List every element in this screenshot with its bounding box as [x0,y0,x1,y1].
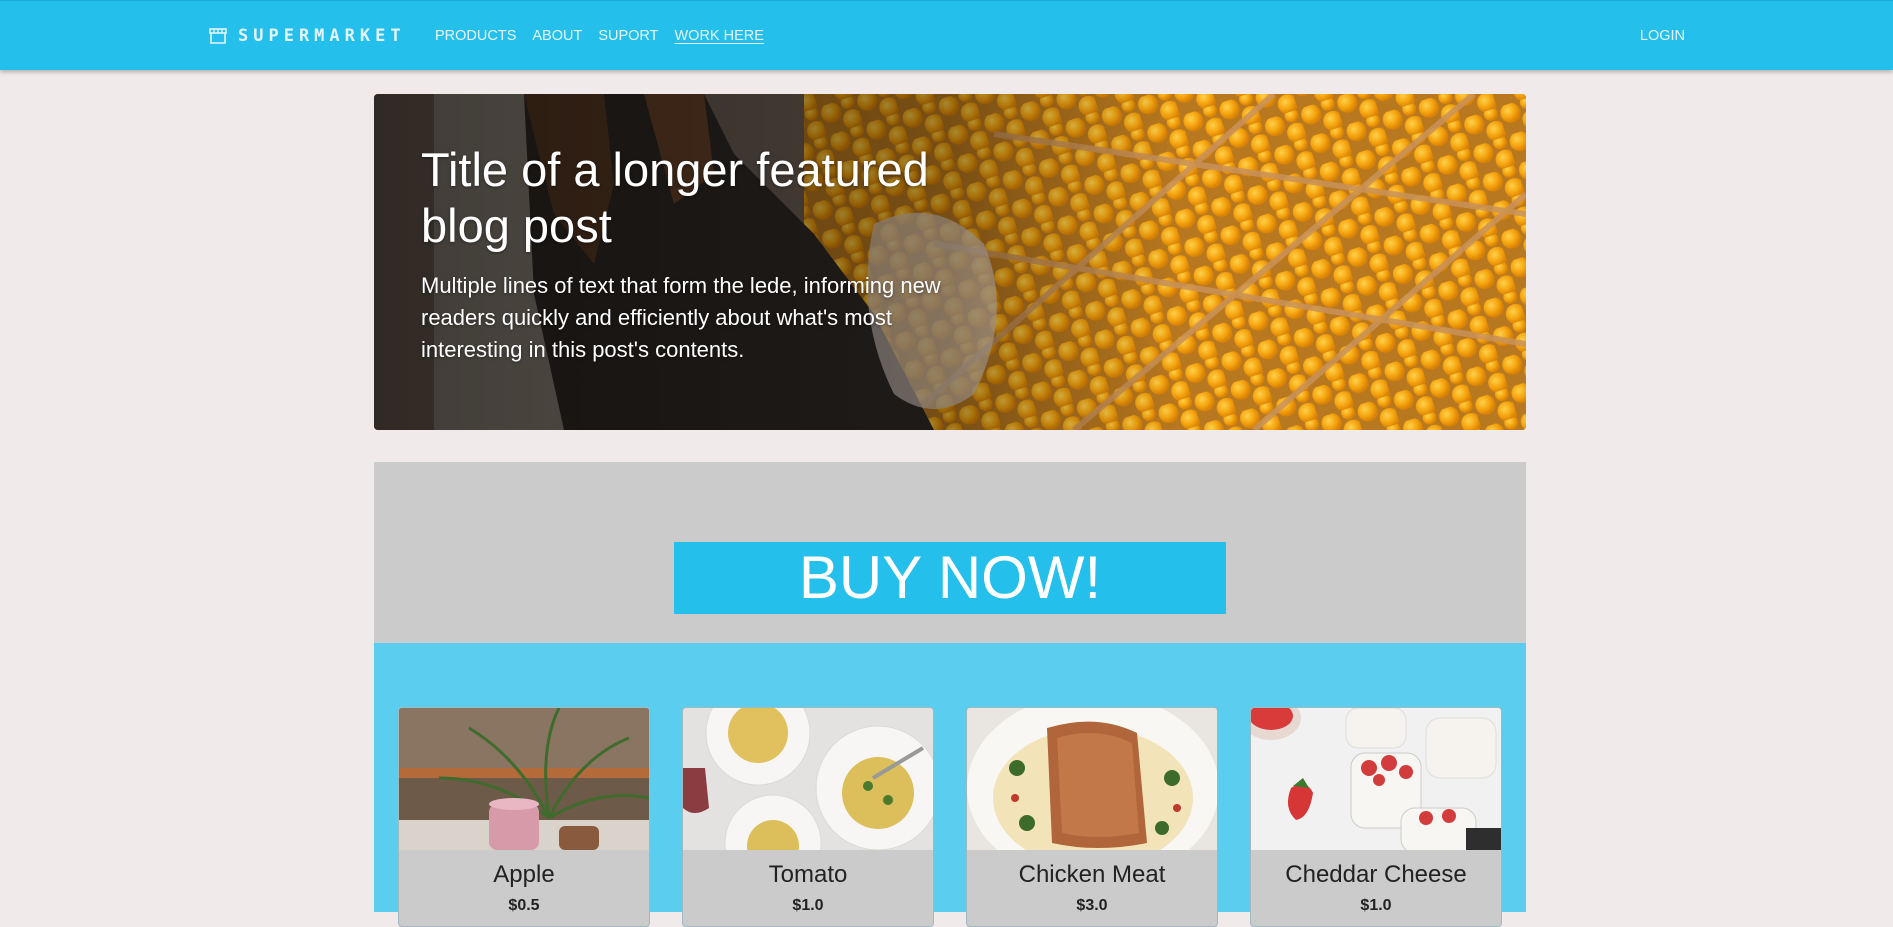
product-card[interactable]: Tomato $1.0 [682,707,934,927]
strawberry-yogurt-photo [1251,708,1501,850]
product-card[interactable]: Apple $0.5 [398,707,650,927]
product-card[interactable]: Cheddar Cheese $1.0 [1250,707,1502,927]
product-name: Apple [493,861,555,888]
products-section: Apple $0.5 Tomato $1.0 Chicken Meat $3.0… [374,643,1526,927]
product-price: $1.0 [1360,897,1392,914]
nav-link-about[interactable]: ABOUT [532,28,582,44]
product-name: Cheddar Cheese [1285,861,1467,888]
nav-link-products[interactable]: PRODUCTS [435,28,516,44]
product-card[interactable]: Chicken Meat $3.0 [966,707,1218,927]
pasta-plates-photo [683,708,933,850]
grilled-meat-photo [967,708,1217,850]
brand-name: SUPERMARKET [238,26,406,46]
brand-logo[interactable]: SUPERMARKET [208,26,406,46]
product-name: Chicken Meat [1018,861,1166,888]
top-navbar: SUPERMARKET PRODUCTS ABOUT SUPORT WORK H… [0,0,1893,70]
product-price: $1.0 [792,897,824,914]
nav-links: PRODUCTS ABOUT SUPORT WORK HERE [435,28,780,44]
nav-link-suport[interactable]: SUPORT [598,28,658,44]
featured-post-banner[interactable]: Title of a longer featured blog post Mul… [374,94,1526,430]
featured-post-title: Title of a longer featured blog post [421,143,929,252]
buy-now-button[interactable]: BUY NOW! [674,542,1226,614]
product-price: $3.0 [1076,897,1108,914]
login-link[interactable]: LOGIN [1640,28,1685,44]
store-icon [209,28,227,44]
nav-link-work-here[interactable]: WORK HERE [675,28,764,44]
featured-post-lede: Multiple lines of text that form the led… [421,273,941,362]
pink-cup-plant-photo [399,708,649,850]
buy-now-section: BUY NOW! [374,462,1526,643]
product-price: $0.5 [508,897,540,914]
product-name: Tomato [768,861,848,888]
